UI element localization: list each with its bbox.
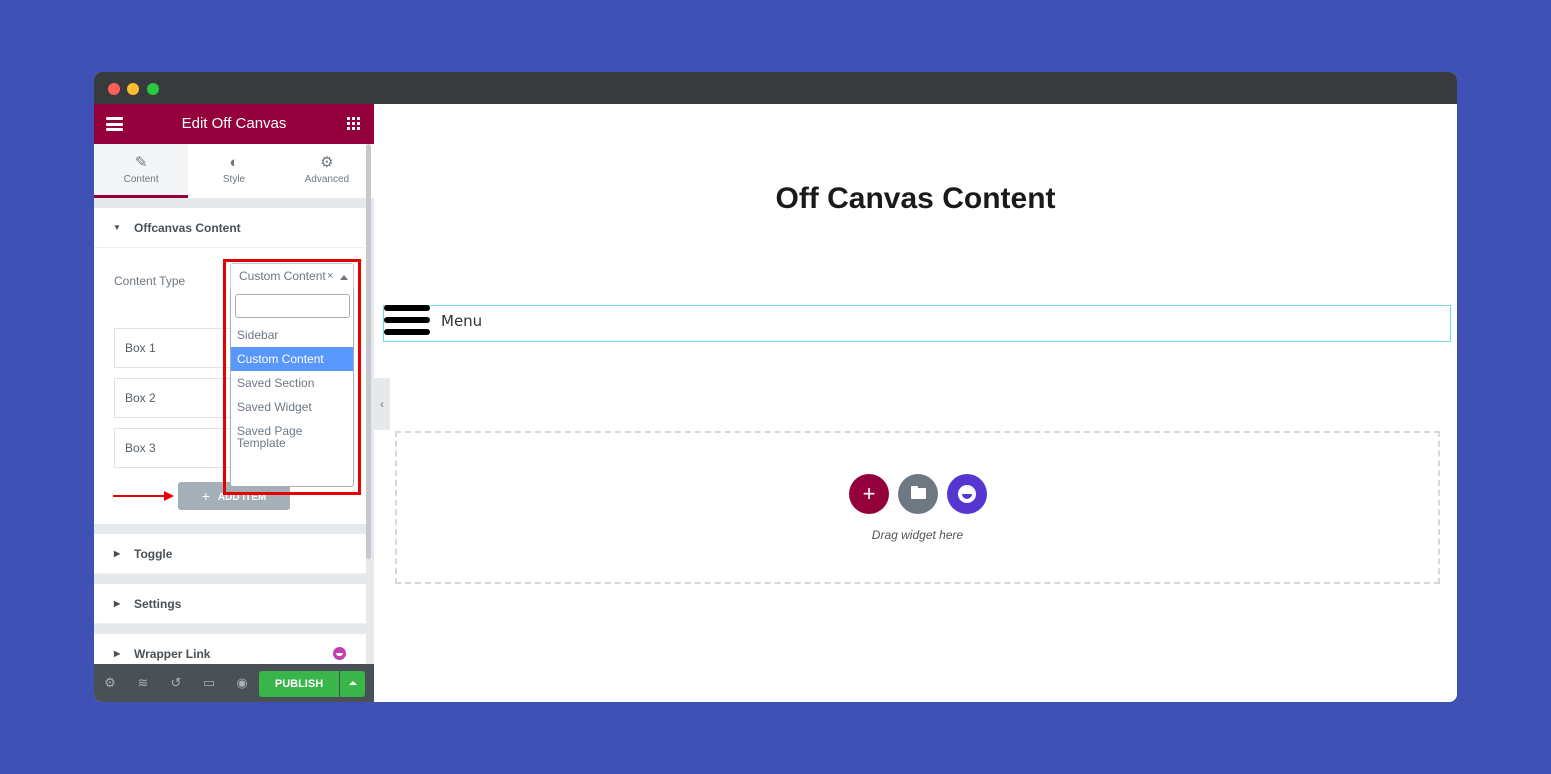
drag-widget-hint: Drag widget here	[871, 528, 964, 542]
content-type-label: Content Type	[114, 274, 186, 288]
widget-drop-area[interactable]: + Drag widget here	[395, 431, 1440, 584]
minimize-window-button[interactable]	[127, 83, 139, 95]
caret-up-icon	[340, 275, 348, 280]
gear-icon: ⚙	[320, 154, 334, 171]
widgets-grid-icon[interactable]	[347, 117, 360, 130]
panel-scrollbar[interactable]	[366, 144, 371, 559]
offcanvas-menu-widget[interactable]: Menu	[383, 305, 1451, 342]
plus-icon: +	[201, 488, 210, 504]
app-window: Edit Off Canvas ✎ Content ◐ Style ⚙ Adva…	[94, 72, 1457, 702]
panel-tabs: ✎ Content ◐ Style ⚙ Advanced	[94, 144, 374, 198]
publish-button[interactable]: PUBLISH	[259, 671, 339, 697]
section-header-toggle[interactable]: ▶ Toggle	[94, 534, 366, 574]
close-window-button[interactable]	[108, 83, 120, 95]
dropdown-option-sidebar[interactable]: Sidebar	[231, 329, 353, 341]
panel-title: Edit Off Canvas	[181, 115, 287, 132]
preview-icon[interactable]: ◉	[234, 675, 250, 691]
section-header-offcanvas-content[interactable]: ▼ Offcanvas Content	[94, 208, 366, 248]
collapse-panel-button[interactable]: ‹	[374, 378, 390, 430]
add-template-button[interactable]	[898, 474, 938, 514]
responsive-icon[interactable]: ▭	[201, 675, 217, 691]
happy-addons-button[interactable]	[947, 474, 987, 514]
annotation-arrow	[113, 495, 165, 497]
panel-footer: ⚙ ≋ ↺ ▭ ◉ PUBLISH	[94, 664, 374, 702]
caret-right-icon: ▶	[114, 549, 121, 558]
content-type-dropdown: Sidebar Custom Content Saved Section Sav…	[230, 289, 354, 487]
section-header-settings[interactable]: ▶ Settings	[94, 584, 366, 624]
annotation-arrow-head	[164, 491, 174, 501]
page-heading: Off Canvas Content	[775, 182, 1056, 215]
page-canvas: ‹ Off Canvas Content Menu + Drag widget …	[374, 104, 1457, 702]
dropdown-option-custom-content[interactable]: Custom Content	[231, 347, 353, 371]
tab-label: Advanced	[304, 174, 350, 185]
editor-panel: Edit Off Canvas ✎ Content ◐ Style ⚙ Adva…	[94, 104, 374, 702]
caret-down-icon: ▼	[113, 223, 121, 232]
contrast-icon: ◐	[229, 154, 239, 171]
dropdown-option-saved-section[interactable]: Saved Section	[231, 377, 353, 389]
panel-header: Edit Off Canvas	[94, 104, 374, 144]
history-icon[interactable]: ↺	[168, 675, 184, 691]
pencil-icon: ✎	[134, 154, 148, 171]
maximize-window-button[interactable]	[147, 83, 159, 95]
hamburger-icon[interactable]	[384, 305, 430, 338]
dropdown-search-input[interactable]	[235, 294, 350, 318]
section-settings: ▶ Settings	[94, 584, 366, 624]
folder-icon	[911, 486, 926, 499]
layers-icon[interactable]: ≋	[135, 675, 151, 691]
content-type-select[interactable]: Custom Content ×	[230, 263, 354, 290]
publish-options-button[interactable]	[340, 671, 365, 697]
settings-icon[interactable]: ⚙	[102, 675, 118, 691]
window-titlebar	[94, 72, 1457, 104]
clear-icon[interactable]: ×	[327, 264, 333, 289]
dropdown-option-saved-page-template[interactable]: Saved Page Template	[231, 425, 311, 449]
section-offcanvas-content: ▼ Offcanvas Content Content Type Box 1 B…	[94, 208, 366, 524]
section-toggle: ▶ Toggle	[94, 534, 366, 574]
add-section-button[interactable]: +	[849, 474, 889, 514]
tab-label: Content	[123, 174, 159, 185]
menu-label: Menu	[441, 312, 483, 330]
tab-label: Style	[222, 174, 246, 185]
tab-content[interactable]: ✎ Content	[94, 144, 189, 198]
tab-advanced[interactable]: ⚙ Advanced	[280, 144, 374, 198]
tab-style[interactable]: ◐ Style	[188, 144, 279, 198]
caret-right-icon: ▶	[114, 599, 121, 608]
dropdown-option-saved-widget[interactable]: Saved Widget	[231, 401, 353, 413]
happy-addons-icon	[333, 647, 346, 660]
happy-face-icon	[958, 485, 976, 503]
